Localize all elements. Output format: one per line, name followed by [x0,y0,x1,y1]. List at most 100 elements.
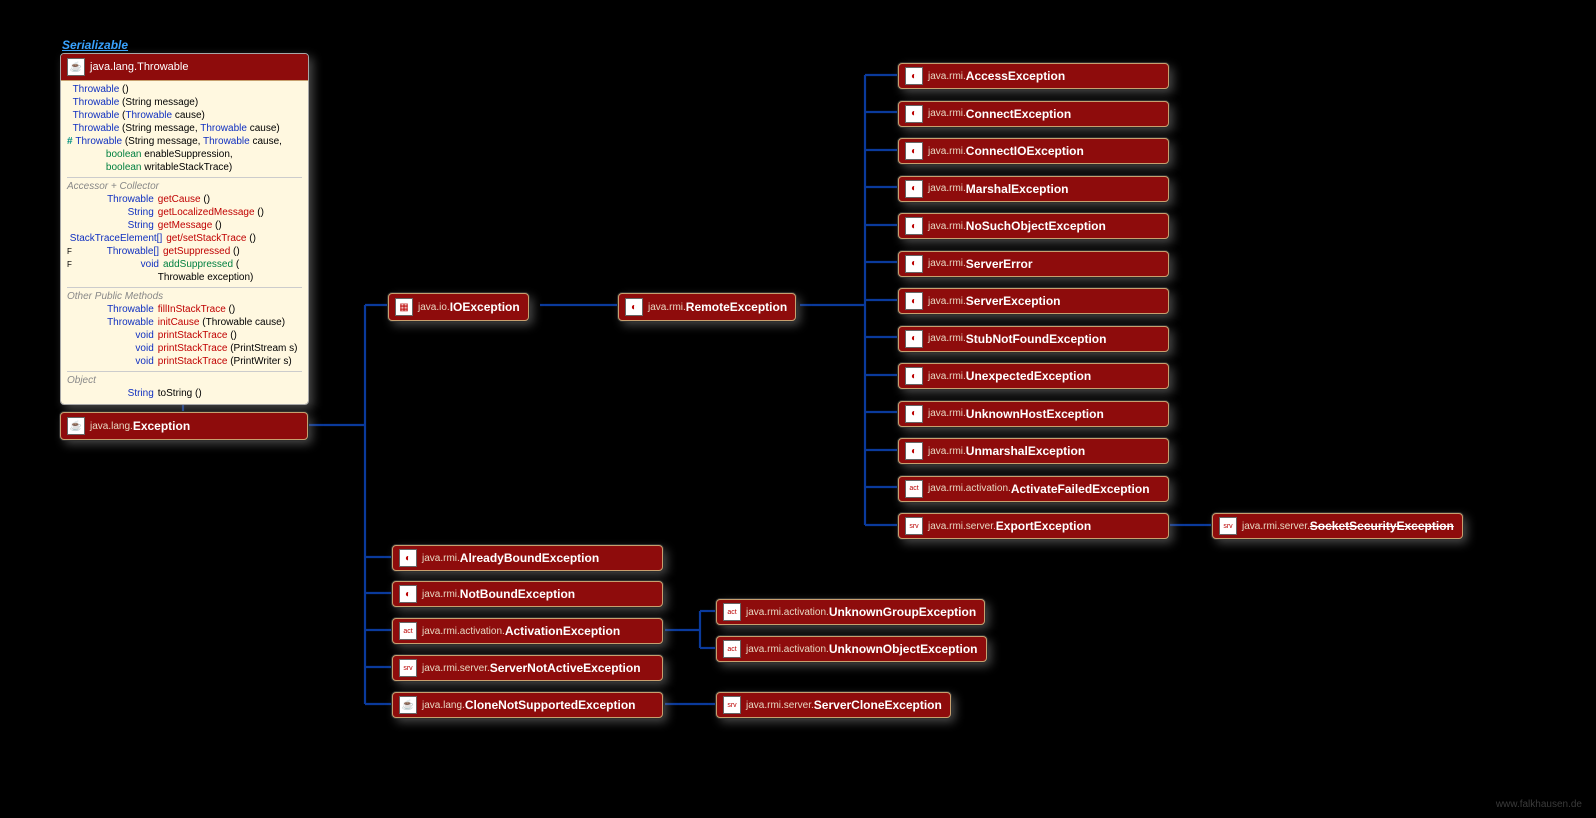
rmi-icon: ◐ [625,298,643,316]
cls: NoSuchObjectException [966,219,1106,233]
pkg: java.rmi. [422,589,460,600]
class-servercloneexception[interactable]: srv java.rmi.server. ServerCloneExceptio… [716,692,951,718]
srv-icon: srv [399,659,417,677]
act-icon: act [723,603,741,621]
cls: RemoteException [686,300,787,314]
cls: ServerException [966,294,1061,308]
disk-icon: ▦ [395,298,413,316]
pkg: java.rmi.activation. [746,644,829,655]
class-alreadyboundexception[interactable]: ◐ java.rmi. AlreadyBoundException [392,545,663,571]
rmi-icon: ◐ [905,367,923,385]
rmi-icon: ◐ [399,585,417,603]
rmi-icon: ◐ [905,180,923,198]
pkg: java.rmi. [928,446,966,457]
class-connectexception[interactable]: ◐ java.rmi.ConnectException [898,101,1169,127]
rmi-icon: ◐ [905,217,923,235]
cls: ActivationException [505,624,620,638]
pkg: java.rmi.activation. [422,626,505,637]
pkg: java.rmi. [928,221,966,232]
class-throwable-box[interactable]: ☕ java.lang. Throwable Throwable () Thro… [60,53,309,405]
cls: IOException [450,300,520,314]
class-serverexception[interactable]: ◐java.rmi.ServerException [898,288,1169,314]
pkg: java.rmi. [928,296,966,307]
class-nosuchobjectexception[interactable]: ◐ java.rmi.NoSuchObjectException [898,213,1169,239]
class-unknownobjectexception[interactable]: act java.rmi.activation. UnknownObjectEx… [716,636,987,662]
throwable-body: Throwable () Throwable (String message) … [61,81,308,404]
act-icon: act [399,622,417,640]
pkg: java.rmi. [422,553,460,564]
cls: ServerError [966,257,1033,271]
class-unexpectedexception[interactable]: ◐ java.rmi.UnexpectedException [898,363,1169,389]
class-connectioexception[interactable]: ◐ java.rmi.ConnectIOException [898,138,1169,164]
throwable-pkg: java.lang. [90,61,137,73]
cls: UnknownObjectException [829,642,978,656]
class-unknownhostexception[interactable]: ◐java.rmi.UnknownHostException [898,401,1169,427]
pkg: java.rmi.server. [422,663,490,674]
interface-serializable[interactable]: Serializable [62,38,128,52]
pkg: java.rmi. [928,146,966,157]
class-marshalexception[interactable]: ◐ java.rmi.MarshalException [898,176,1169,202]
cls: UnknownHostException [966,407,1104,421]
class-exportexception[interactable]: srvjava.rmi.server.ExportException [898,513,1169,539]
rmi-icon: ◐ [905,405,923,423]
pkg: java.rmi. [648,302,686,313]
class-remoteexception[interactable]: ◐ java.rmi. RemoteException [618,293,796,321]
class-ioexception[interactable]: ▦ java.io. IOException [388,293,529,321]
pkg: java.rmi. [928,371,966,382]
throwable-title: ☕ java.lang. Throwable [61,54,308,81]
cls: ServerCloneException [814,698,942,712]
act-icon: act [905,480,923,498]
class-clonenotsupportedexception[interactable]: ☕ java.lang. CloneNotSupportedException [392,692,663,718]
footer-credit: www.falkhausen.de [1496,799,1582,810]
rmi-icon: ◐ [399,549,417,567]
class-accessexception[interactable]: ◐java.rmi.AccessException [898,63,1169,89]
class-servererror[interactable]: ◐ java.rmi.ServerError [898,251,1169,277]
rmi-icon: ◐ [905,330,923,348]
pkg: java.rmi.server. [928,521,996,532]
cls: SocketSecurityException [1310,519,1454,533]
srv-icon: srv [723,696,741,714]
rmi-icon: ◐ [905,142,923,160]
cls: UnknownGroupException [829,605,976,619]
pkg: java.lang. [90,421,133,432]
cls: CloneNotSupportedException [465,698,636,712]
rmi-icon: ◐ [905,67,923,85]
java-cup-icon: ☕ [399,696,417,714]
pkg: java.rmi.server. [1242,521,1310,532]
class-stubnotfoundexception[interactable]: ◐ java.rmi.StubNotFoundException [898,326,1169,352]
cls: ConnectException [966,107,1071,121]
pkg: java.rmi. [928,258,966,269]
class-unknowngroupexception[interactable]: act java.rmi.activation. UnknownGroupExc… [716,599,985,625]
class-socketsecurityexception[interactable]: srv java.rmi.server. SocketSecurityExcep… [1212,513,1463,539]
pkg: java.rmi. [928,108,966,119]
java-cup-icon: ☕ [67,58,85,76]
class-servernotactiveexception[interactable]: srv java.rmi.server. ServerNotActiveExce… [392,655,663,681]
class-notboundexception[interactable]: ◐ java.rmi. NotBoundException [392,581,663,607]
class-unmarshalexception[interactable]: ◐java.rmi.UnmarshalException [898,438,1169,464]
cls: UnexpectedException [966,369,1091,383]
class-exception[interactable]: ☕ java.lang. Exception [60,412,308,440]
pkg: java.rmi. [928,183,966,194]
java-cup-icon: ☕ [67,417,85,435]
cls: MarshalException [966,182,1069,196]
cls: ExportException [996,519,1091,533]
cls: ServerNotActiveException [490,661,641,675]
pkg: java.rmi. [928,333,966,344]
rmi-icon: ◐ [905,255,923,273]
rmi-icon: ◐ [905,105,923,123]
cls: AlreadyBoundException [460,551,599,565]
cls: UnmarshalException [966,444,1085,458]
class-activatefailedexception[interactable]: actjava.rmi.activation.ActivateFailedExc… [898,476,1169,502]
cls: AccessException [966,69,1065,83]
pkg: java.io. [418,302,450,313]
pkg: java.rmi.activation. [746,607,829,618]
cls: NotBoundException [460,587,575,601]
cls: ActivateFailedException [1011,482,1150,496]
class-activationexception[interactable]: act java.rmi.activation. ActivationExcep… [392,618,663,644]
act-icon: act [723,640,741,658]
cls: Exception [133,419,190,433]
pkg: java.lang. [422,700,465,711]
cls: ConnectIOException [966,144,1084,158]
srv-icon: srv [1219,517,1237,535]
cls: StubNotFoundException [966,332,1107,346]
